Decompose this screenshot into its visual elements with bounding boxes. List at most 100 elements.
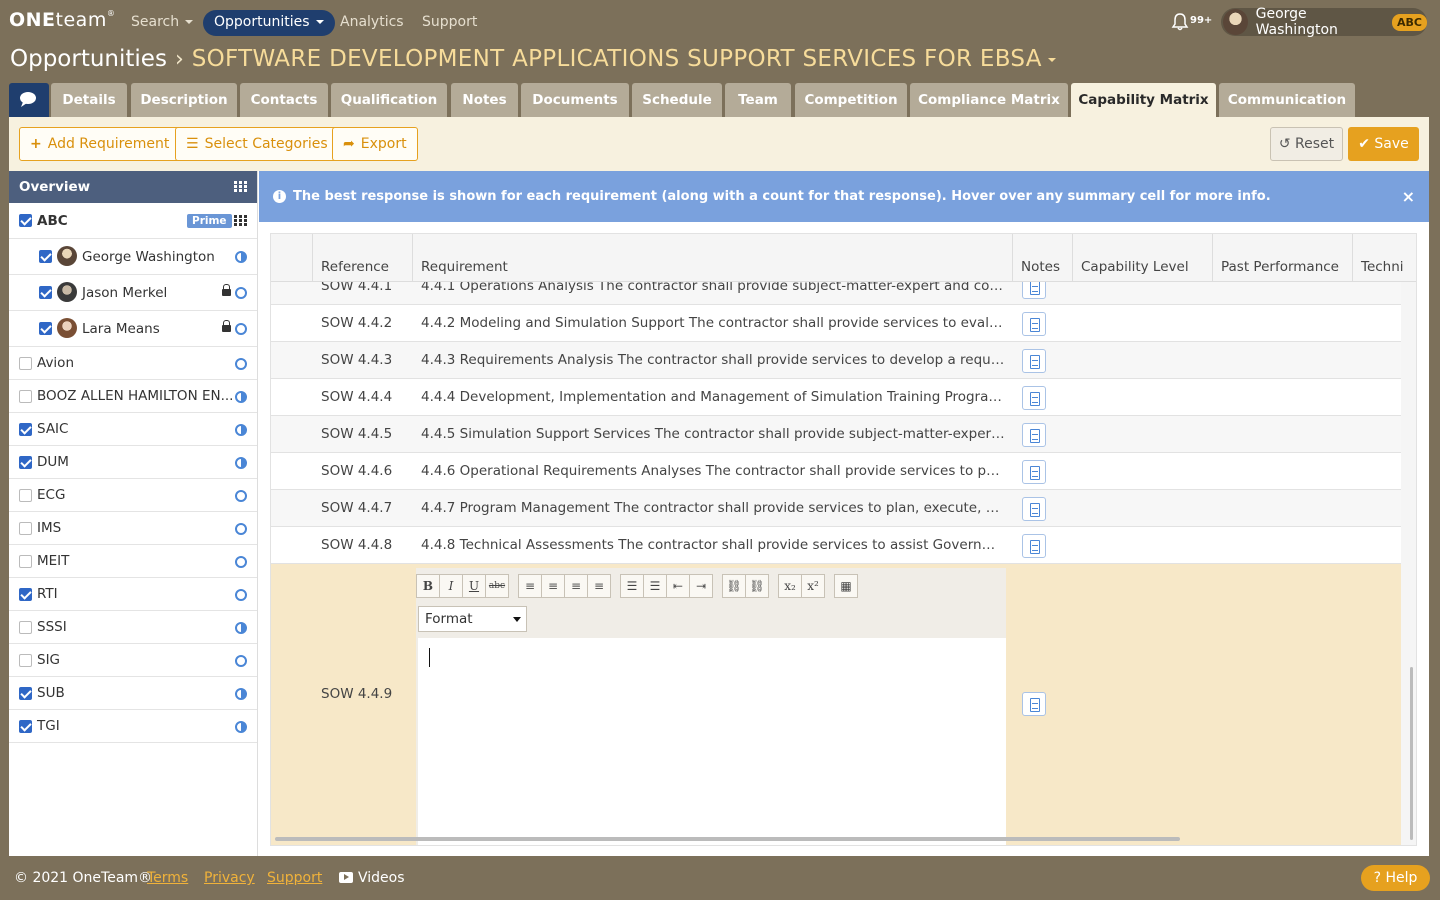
table-row[interactable]: SOW 4.4.2 4.4.2 Modeling and Simulation S… <box>271 305 1401 342</box>
sidebar-item[interactable]: DUM <box>9 446 257 479</box>
tab-compliance-matrix[interactable]: Compliance Matrix <box>910 83 1068 117</box>
sidebar-item[interactable]: Jason Merkel <box>9 275 257 311</box>
col-requirement[interactable]: Requirement <box>412 234 1012 282</box>
add-requirement-button[interactable]: + Add Requirement <box>19 127 181 161</box>
chevron-down-icon[interactable] <box>1047 57 1056 62</box>
col-notes[interactable]: Notes <box>1012 234 1072 282</box>
subscript-button[interactable]: x₂ <box>778 574 802 598</box>
horizontal-scrollbar[interactable] <box>275 837 1180 841</box>
checkbox[interactable] <box>19 720 32 733</box>
align-right-button[interactable]: ≡ <box>564 574 588 598</box>
tab-communication[interactable]: Communication <box>1219 83 1355 117</box>
notes-icon[interactable] <box>1022 460 1046 484</box>
col-technical[interactable]: Techni <box>1352 234 1416 282</box>
tab-notes[interactable]: Notes <box>451 83 518 117</box>
tab-capability-matrix[interactable]: Capability Matrix <box>1071 83 1216 117</box>
oneteam-logo[interactable]: ONEteam® <box>9 9 115 31</box>
close-icon[interactable]: × <box>1402 171 1415 222</box>
unlink-button[interactable]: ⛓ <box>745 574 769 598</box>
sidebar-item[interactable]: TGI <box>9 710 257 743</box>
format-select[interactable]: Format <box>418 606 527 632</box>
sidebar-item[interactable]: MEIT <box>9 545 257 578</box>
circle-icon[interactable] <box>235 358 247 370</box>
nav-opportunities[interactable]: Opportunities <box>203 10 335 36</box>
circle-icon[interactable] <box>235 523 247 535</box>
table-row[interactable]: SOW 4.4.6 4.4.6 Operational Requirements … <box>271 453 1401 490</box>
nav-analytics[interactable]: Analytics <box>329 10 415 36</box>
half-circle-icon[interactable] <box>235 424 247 436</box>
notes-icon[interactable] <box>1022 423 1046 447</box>
checkbox[interactable] <box>19 588 32 601</box>
videos-link[interactable]: Videos <box>358 870 405 886</box>
breadcrumb-root[interactable]: Opportunities <box>10 46 167 72</box>
checkbox[interactable] <box>19 654 32 667</box>
grid-icon[interactable] <box>234 181 247 192</box>
circle-icon[interactable] <box>235 655 247 667</box>
sidebar-item[interactable]: SAIC <box>9 413 257 446</box>
outdent-button[interactable]: ⇤ <box>666 574 690 598</box>
col-capability-level[interactable]: Capability Level <box>1072 234 1212 282</box>
checkbox[interactable] <box>39 322 52 335</box>
notes-icon[interactable] <box>1022 692 1046 716</box>
nav-search[interactable]: Search <box>120 10 204 36</box>
select-categories-button[interactable]: ☰ Select Categories <box>175 127 339 161</box>
notes-icon[interactable] <box>1022 386 1046 410</box>
checkbox[interactable] <box>19 214 32 227</box>
terms-link[interactable]: Terms <box>147 870 188 886</box>
tab-documents[interactable]: Documents <box>521 83 629 117</box>
table-row[interactable]: SOW 4.4.4 4.4.4 Development, Implementati… <box>271 379 1401 416</box>
editor-textarea[interactable] <box>418 638 1006 845</box>
sidebar-item[interactable]: Avion <box>9 347 257 380</box>
checkbox[interactable] <box>19 456 32 469</box>
tab-description[interactable]: Description <box>131 83 237 117</box>
notes-icon[interactable] <box>1022 282 1046 299</box>
checkbox[interactable] <box>19 357 32 370</box>
sidebar-item[interactable]: George Washington <box>9 239 257 275</box>
half-circle-icon[interactable] <box>235 457 247 469</box>
strike-button[interactable]: abc <box>485 574 509 598</box>
table-row[interactable]: SOW 4.4.1 4.4.1 Operations Analysis The c… <box>271 282 1401 305</box>
table-row[interactable]: SOW 4.4.3 4.4.3 Requirements Analysis The… <box>271 342 1401 379</box>
table-row[interactable]: SOW 4.4.7 4.4.7 Program Management The co… <box>271 490 1401 527</box>
half-circle-icon[interactable] <box>235 688 247 700</box>
table-row[interactable]: SOW 4.4.5 4.4.5 Simulation Support Servic… <box>271 416 1401 453</box>
table-row[interactable]: SOW 4.4.8 4.4.8 Technical Assessments The… <box>271 527 1401 564</box>
circle-icon[interactable] <box>235 556 247 568</box>
grid-icon[interactable] <box>234 215 247 226</box>
checkbox[interactable] <box>39 286 52 299</box>
justify-button[interactable]: ≡ <box>587 574 611 598</box>
checkbox[interactable] <box>19 423 32 436</box>
sidebar-item[interactable]: ECG <box>9 479 257 512</box>
user-menu[interactable]: George Washington ABC <box>1221 6 1427 38</box>
sidebar-item[interactable]: Lara Means <box>9 311 257 347</box>
tab-competition[interactable]: Competition <box>795 83 907 117</box>
col-reference[interactable]: Reference <box>312 234 412 282</box>
privacy-link[interactable]: Privacy <box>204 870 255 886</box>
sidebar-item[interactable]: SSSI <box>9 611 257 644</box>
half-circle-icon[interactable] <box>235 622 247 634</box>
tab-team[interactable]: Team <box>725 83 791 117</box>
bell-icon[interactable] <box>1170 12 1190 32</box>
reset-button[interactable]: ↺ Reset <box>1270 127 1343 161</box>
sidebar-item[interactable]: SUB <box>9 677 257 710</box>
half-circle-icon[interactable] <box>235 251 247 263</box>
sidebar-item[interactable]: IMS <box>9 512 257 545</box>
link-button[interactable]: ⛓ <box>722 574 746 598</box>
table-button[interactable]: ▦ <box>834 574 858 598</box>
superscript-button[interactable]: x² <box>801 574 825 598</box>
checkbox[interactable] <box>19 621 32 634</box>
italic-button[interactable]: I <box>439 574 463 598</box>
bold-button[interactable]: B <box>416 574 440 598</box>
sidebar-item[interactable]: SIG <box>9 644 257 677</box>
bullet-list-button[interactable]: ☰ <box>620 574 644 598</box>
checkbox[interactable] <box>19 522 32 535</box>
notes-icon[interactable] <box>1022 534 1046 558</box>
number-list-button[interactable]: ☰ <box>643 574 667 598</box>
align-center-button[interactable]: ≡ <box>541 574 565 598</box>
page-title[interactable]: SOFTWARE DEVELOPMENT APPLICATIONS SUPPOR… <box>192 46 1042 72</box>
checkbox[interactable] <box>19 555 32 568</box>
circle-icon[interactable] <box>235 490 247 502</box>
save-button[interactable]: ✔ Save <box>1348 127 1419 161</box>
circle-icon[interactable] <box>235 287 247 299</box>
half-circle-icon[interactable] <box>235 721 247 733</box>
